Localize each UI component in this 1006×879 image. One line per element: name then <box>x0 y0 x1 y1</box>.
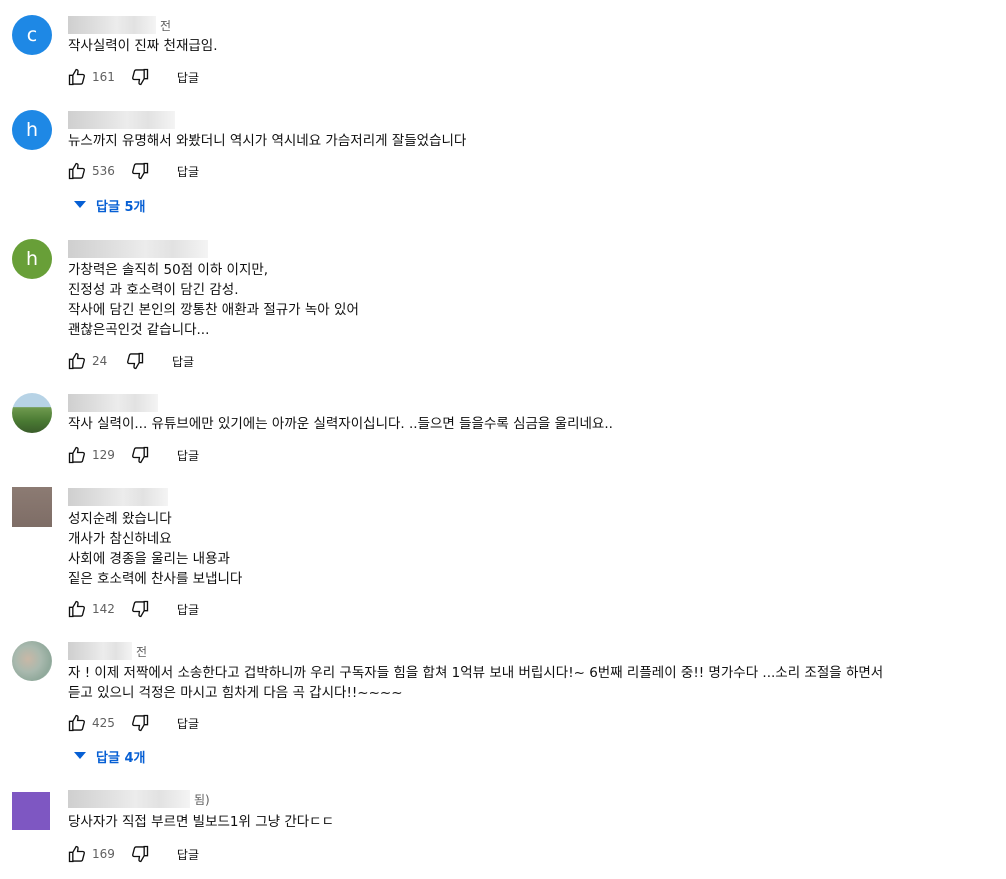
comment-actions: 129 답글 <box>66 444 199 466</box>
comment-header: 전 <box>68 641 147 661</box>
dislike-icon[interactable] <box>129 66 151 88</box>
replies-label: 답글 5개 <box>96 199 146 215</box>
like-count: 425 <box>92 716 115 730</box>
dislike-icon[interactable] <box>129 160 151 182</box>
comment-time[interactable]: 전 <box>136 643 147 660</box>
comment-header <box>68 393 162 413</box>
comment-text: 뉴스까지 유명해서 와봤더니 역시가 역시네요 가슴저리게 잘들었습니다 <box>68 133 467 149</box>
like-count: 142 <box>92 602 115 616</box>
like-count: 129 <box>92 448 115 462</box>
reply-button[interactable]: 답글 <box>177 601 199 618</box>
comment-actions: 536 답글 <box>66 160 199 182</box>
comment-actions: 161 답글 <box>66 66 199 88</box>
comment-actions: 169 답글 <box>66 843 199 865</box>
dislike-icon[interactable] <box>129 444 151 466</box>
dislike-icon[interactable] <box>129 712 151 734</box>
like-icon[interactable] <box>66 712 88 734</box>
like-count: 536 <box>92 164 115 178</box>
comment-actions: 142 답글 <box>66 598 199 620</box>
comment-header <box>68 110 179 130</box>
comment-actions: 425 답글 <box>66 712 199 734</box>
view-replies-button[interactable]: 답글 5개 <box>74 194 145 216</box>
reply-button[interactable]: 답글 <box>177 69 199 86</box>
chevron-down-icon <box>74 201 86 208</box>
comment-text: 가창력은 솔직히 50점 이하 이지만, 진정성 과 호소력이 담긴 감성. 작… <box>68 262 359 338</box>
author-name-redacted[interactable] <box>68 16 156 34</box>
comment-time[interactable]: 됨) <box>194 791 210 808</box>
like-icon[interactable] <box>66 350 88 372</box>
comment-time[interactable]: 전 <box>160 17 171 34</box>
like-count: 169 <box>92 847 115 861</box>
author-name-redacted[interactable] <box>68 394 158 412</box>
dislike-icon[interactable] <box>129 598 151 620</box>
comment-text: 작사 실력이... 유튜브에만 있기에는 아까운 실력자이십니다. ..들으면 … <box>68 416 613 432</box>
reply-button[interactable]: 답글 <box>177 163 199 180</box>
comment-text: 당사자가 직접 부르면 빌보드1위 그냥 간다ㄷㄷ <box>68 814 335 830</box>
author-name-redacted[interactable] <box>68 790 190 808</box>
comment-actions: 24 답글 <box>66 350 194 372</box>
author-name-redacted[interactable] <box>68 111 175 129</box>
like-icon[interactable] <box>66 598 88 620</box>
avatar[interactable]: h <box>12 239 52 279</box>
replies-label: 답글 4개 <box>96 750 146 766</box>
avatar[interactable] <box>12 487 52 527</box>
reply-button[interactable]: 답글 <box>177 447 199 464</box>
comment-text: 자 ! 이제 저짝에서 소송한다고 겁박하니까 우리 구독자들 힘을 합쳐 1억… <box>68 665 884 701</box>
author-name-redacted[interactable] <box>68 488 168 506</box>
avatar[interactable]: h <box>12 110 52 150</box>
view-replies-button[interactable]: 답글 4개 <box>74 745 145 767</box>
like-icon[interactable] <box>66 444 88 466</box>
chevron-down-icon <box>74 752 86 759</box>
author-name-redacted[interactable] <box>68 642 132 660</box>
comment-header <box>68 239 212 259</box>
comment-text: 작사실력이 진짜 천재급임. <box>68 38 218 54</box>
like-icon[interactable] <box>66 160 88 182</box>
comment-header: 전 <box>68 15 171 35</box>
author-name-redacted[interactable] <box>68 240 208 258</box>
like-count: 161 <box>92 70 115 84</box>
like-icon[interactable] <box>66 66 88 88</box>
like-icon[interactable] <box>66 843 88 865</box>
comment-text: 성지순례 왔습니다 개사가 참신하네요 사회에 경종을 울리는 내용과 짙은 호… <box>68 511 243 587</box>
reply-button[interactable]: 답글 <box>177 715 199 732</box>
dislike-icon[interactable] <box>124 350 146 372</box>
reply-button[interactable]: 답글 <box>177 846 199 863</box>
dislike-icon[interactable] <box>129 843 151 865</box>
comment-header <box>68 487 172 507</box>
reply-button[interactable]: 답글 <box>172 353 194 370</box>
avatar[interactable] <box>12 393 52 433</box>
avatar[interactable] <box>12 792 50 830</box>
comment-header: 됨) <box>68 789 210 809</box>
avatar[interactable]: c <box>12 15 52 55</box>
like-count: 24 <box>92 354 108 368</box>
avatar[interactable] <box>12 641 52 681</box>
